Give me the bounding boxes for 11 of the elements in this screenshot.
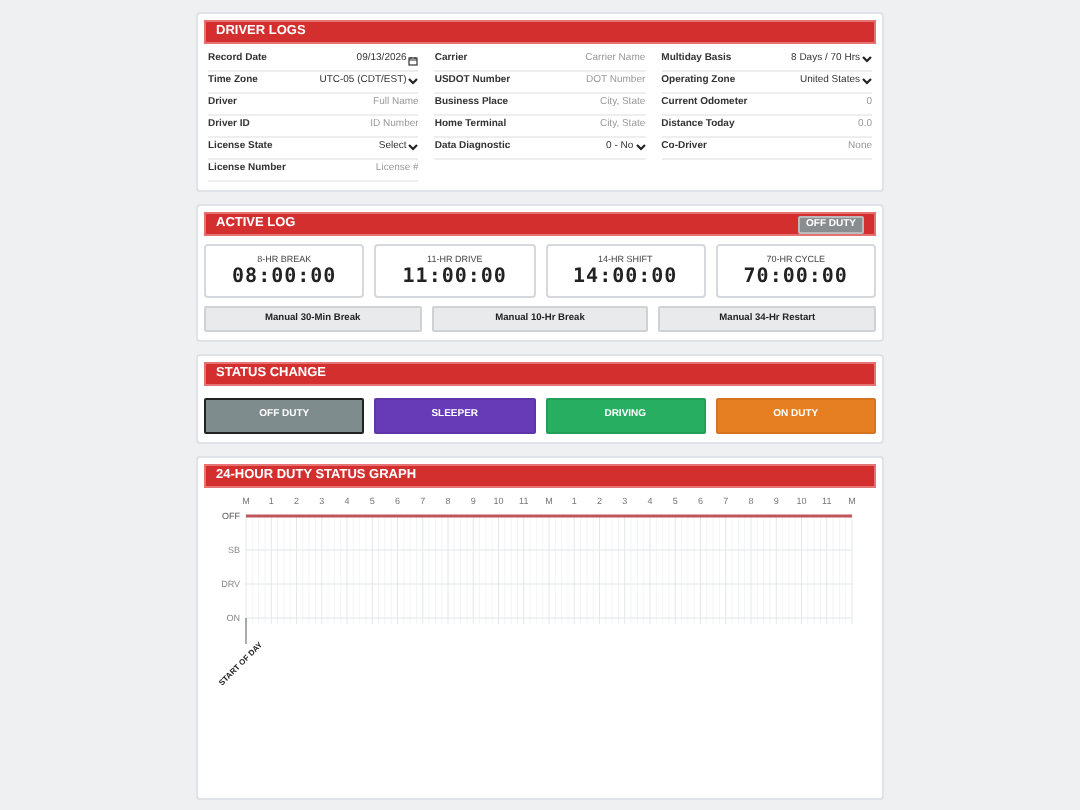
start-of-day-marker [245, 617, 247, 645]
calendar-icon [408, 55, 419, 65]
timer-value: 08:00:00 [232, 266, 337, 289]
timer-value: 14:00:00 [573, 266, 678, 289]
chevron-down-icon [862, 78, 872, 86]
timer-value: 70:00:00 [743, 266, 848, 289]
chevron-down-icon [408, 144, 419, 152]
chevron-down-icon [408, 78, 419, 86]
timer-value: 11:00:00 [402, 266, 507, 289]
chevron-down-icon [635, 144, 646, 152]
chevron-down-icon [862, 56, 872, 64]
